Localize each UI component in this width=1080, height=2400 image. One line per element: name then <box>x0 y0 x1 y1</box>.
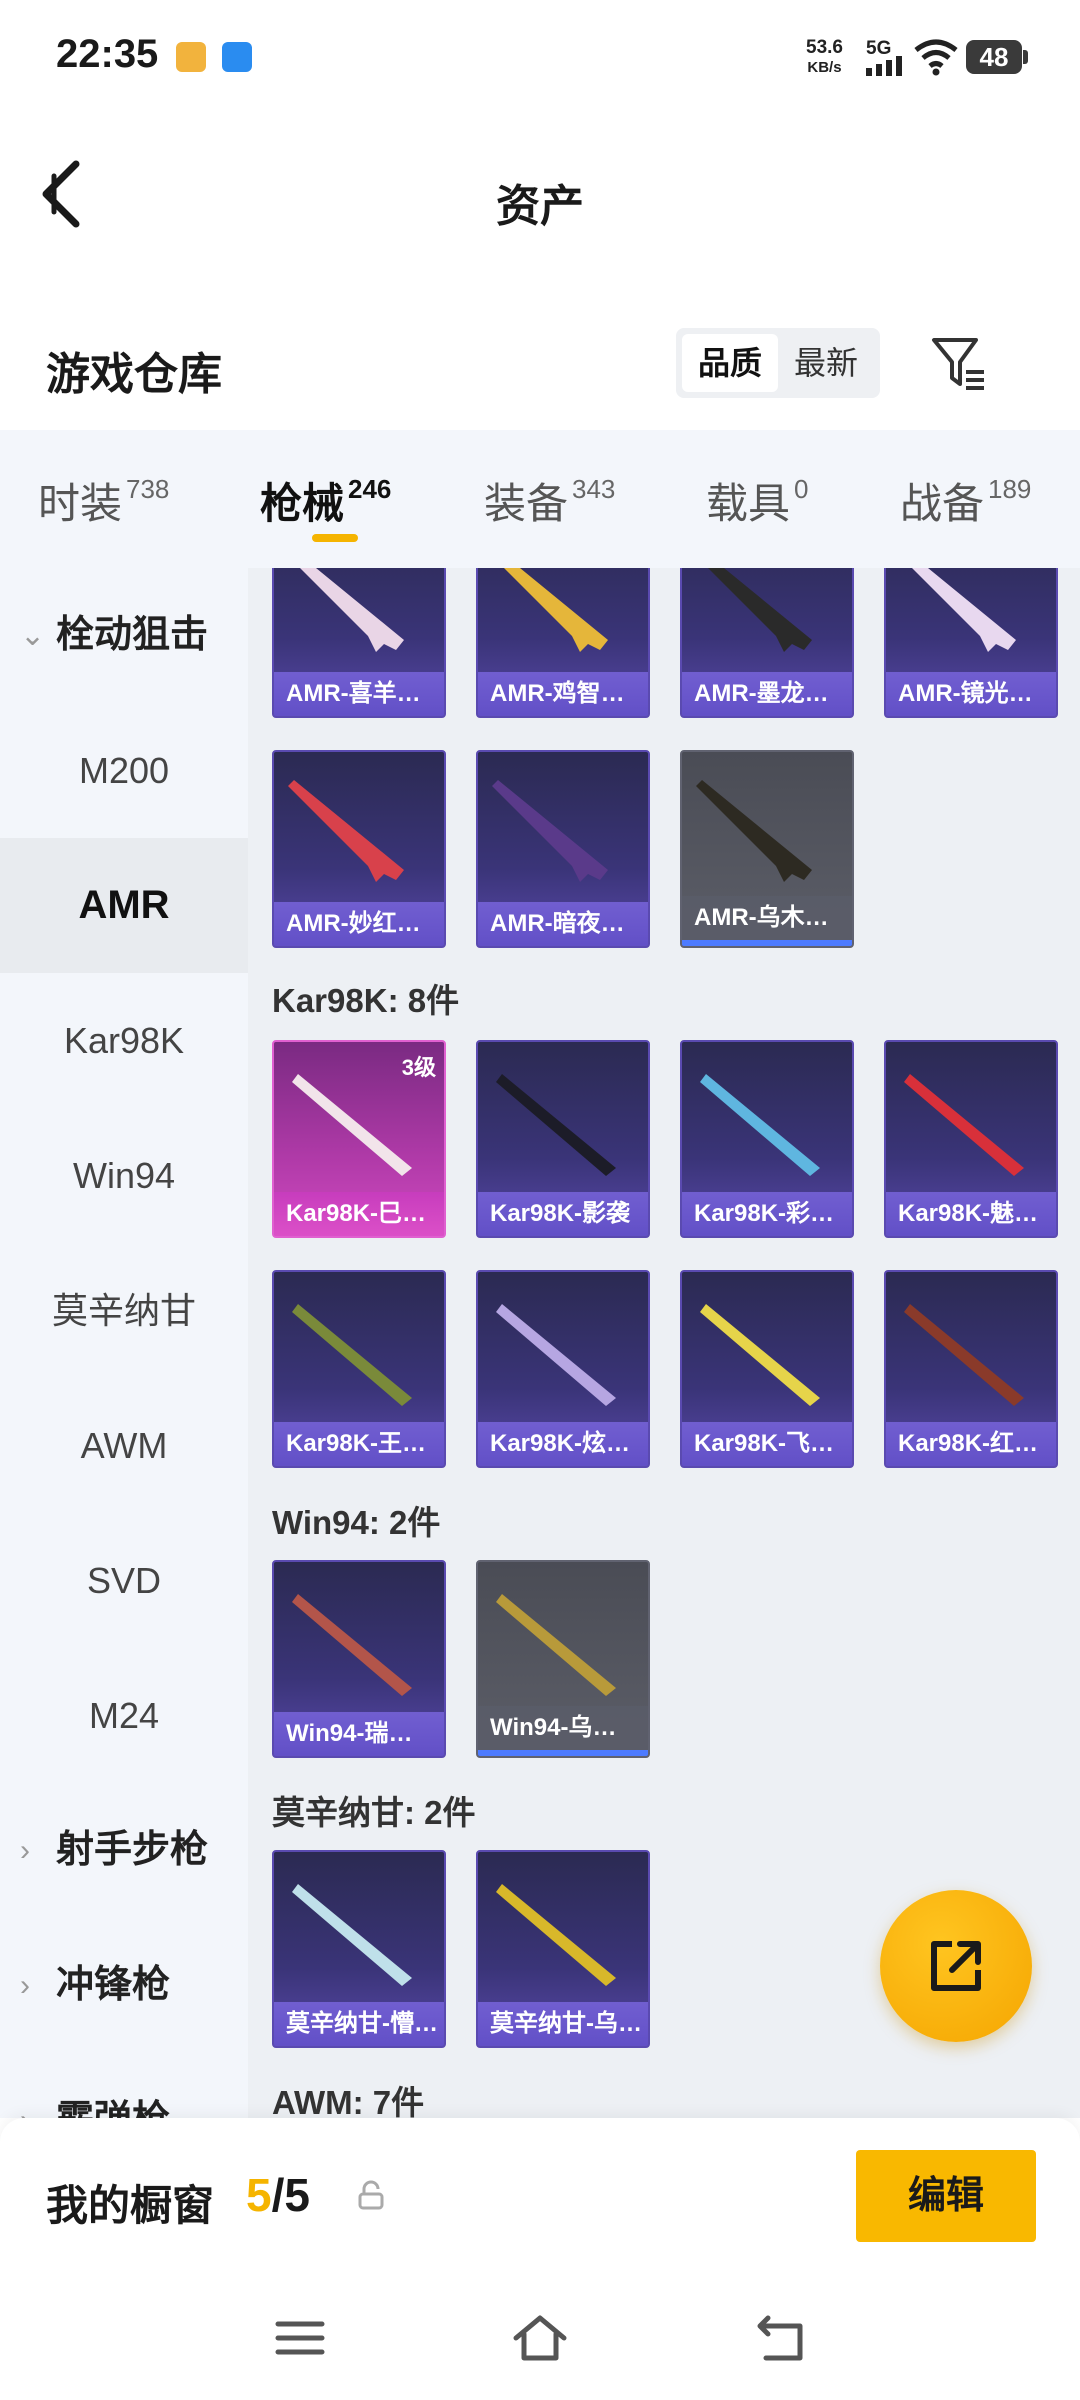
lock-icon <box>358 2180 384 2210</box>
showcase-count: 5/5 <box>246 2169 310 2221</box>
weapon-skin-image <box>708 568 812 652</box>
weapon-card[interactable]: AMR-乌木… <box>680 750 854 948</box>
weapon-skin-image <box>496 1074 616 1176</box>
edit-button[interactable]: 编辑 <box>856 2150 1036 2242</box>
tab-vehicles[interactable]: 载具 0 <box>706 470 808 531</box>
share-icon <box>931 1941 981 1991</box>
tab-supplies[interactable]: 战备 189 <box>900 470 1031 531</box>
section-label-kar98k: Kar98K: 8件 <box>272 982 460 1019</box>
sidebar-item-kar98k[interactable]: Kar98K <box>0 973 248 1108</box>
weapon-card[interactable]: Kar98K-炫… <box>476 1270 650 1468</box>
network-speed: 53.6 KB/s <box>806 37 843 77</box>
weapon-grid: AMR-喜羊… AMR-鸡智… AMR-墨龙… AMR-镜光… AMR-妙红… … <box>248 568 1080 2118</box>
weapon-skin-image <box>700 1074 820 1176</box>
weapon-card[interactable]: Kar98K-影袭 <box>476 1040 650 1238</box>
weapon-card[interactable]: AMR-鸡智… <box>476 568 650 718</box>
page-title: 资产 <box>496 182 584 231</box>
weapon-card[interactable]: AMR-墨龙… <box>680 568 854 718</box>
weapon-card[interactable]: AMR-妙红… <box>272 750 446 948</box>
weapon-card[interactable]: AMR-暗夜… <box>476 750 650 948</box>
warehouse-title: 游戏仓库 <box>46 350 222 399</box>
weapon-sidebar: ⌄ 栓动狙击 M200 AMR Kar98K Win94 莫辛纳甘 AWM SV… <box>0 568 248 2118</box>
weapon-skin-image <box>904 1304 1024 1406</box>
weapon-card[interactable]: Kar98K-飞… <box>680 1270 854 1468</box>
sidebar-item-amr[interactable]: AMR <box>0 838 248 973</box>
sidebar-group-shotgun[interactable]: › 霰弹枪 <box>0 2053 248 2118</box>
app-header: 资产 <box>0 110 1080 280</box>
wifi-icon <box>914 39 958 76</box>
weapon-card[interactable]: AMR-镜光… <box>884 568 1058 718</box>
weapon-card[interactable]: Win94-乌… <box>476 1560 650 1758</box>
sidebar-group-dmr[interactable]: › 射手步枪 <box>0 1783 248 1918</box>
home-icon[interactable] <box>510 2308 570 2368</box>
status-time: 22:35 <box>56 32 159 76</box>
sidebar-item-m24[interactable]: M24 <box>0 1648 248 1783</box>
weapon-card[interactable]: Kar98K-王… <box>272 1270 446 1468</box>
status-bar: 22:35 53.6 KB/s 5G 48 <box>0 0 1080 110</box>
weapon-skin-image <box>912 568 1016 652</box>
menu-icon[interactable] <box>270 2308 330 2368</box>
weapon-skin-image <box>292 1074 412 1176</box>
sidebar-group-smg[interactable]: › 冲锋枪 <box>0 1918 248 2053</box>
weapon-card[interactable]: AMR-喜羊… <box>272 568 446 718</box>
sidebar-group-bolt-action[interactable]: ⌄ 栓动狙击 <box>0 568 248 703</box>
section-label-mosin: 莫辛纳甘: 2件 <box>272 1794 476 1831</box>
game-app-icon <box>176 42 206 72</box>
tab-equipment[interactable]: 装备 343 <box>484 470 615 531</box>
battery-indicator: 48 <box>966 40 1028 74</box>
weapon-skin-image <box>288 780 404 882</box>
weapon-skin-image <box>496 1304 616 1406</box>
chevron-down-icon: ⌄ <box>20 619 46 652</box>
sidebar-item-win94[interactable]: Win94 <box>0 1108 248 1243</box>
weapon-skin-image <box>496 1594 616 1696</box>
signal-icon <box>866 56 902 76</box>
category-tabs: 时装 738 枪械 246 装备 343 载具 0 战备 189 <box>0 430 1080 568</box>
sidebar-item-awm[interactable]: AWM <box>0 1378 248 1513</box>
sort-quality-button[interactable]: 品质 <box>682 334 778 392</box>
showcase-bar: 我的橱窗 5/5 编辑 <box>0 2118 1080 2278</box>
weapon-skin-image <box>496 1884 616 1986</box>
chevron-right-icon: › <box>20 2053 44 2118</box>
sidebar-item-mosin[interactable]: 莫辛纳甘 <box>0 1243 248 1378</box>
filter-icon[interactable] <box>928 330 988 394</box>
weapon-skin-image <box>696 780 812 882</box>
weapon-card[interactable]: Win94-瑞… <box>272 1560 446 1758</box>
sidebar-item-m200[interactable]: M200 <box>0 703 248 838</box>
showcase-title: 我的橱窗 <box>46 2182 215 2229</box>
sort-toggle: 品质 最新 <box>676 328 880 398</box>
tab-weapons[interactable]: 枪械 246 <box>260 470 391 531</box>
system-nav-bar <box>0 2278 1080 2400</box>
weapon-skin-image <box>904 1074 1024 1176</box>
back-icon[interactable] <box>752 2308 812 2368</box>
weapon-card[interactable]: Kar98K-魅… <box>884 1040 1058 1238</box>
weapon-skin-image <box>300 568 404 652</box>
weapon-card[interactable]: 3级 Kar98K-巳… <box>272 1040 446 1238</box>
assistant-app-icon <box>222 42 252 72</box>
weapon-card[interactable]: 莫辛纳甘-乌… <box>476 1850 650 2048</box>
section-label-win94: Win94: 2件 <box>272 1504 441 1541</box>
active-tab-indicator <box>312 534 358 542</box>
chevron-right-icon: › <box>20 1834 30 1867</box>
weapon-skin-image <box>700 1304 820 1406</box>
weapon-card[interactable]: 莫辛纳甘-懵… <box>272 1850 446 2048</box>
weapon-skin-image <box>292 1884 412 1986</box>
warehouse-header: 游戏仓库 品质 最新 <box>0 300 1080 430</box>
weapon-skin-image <box>504 568 608 652</box>
weapon-card[interactable]: Kar98K-红… <box>884 1270 1058 1468</box>
share-button[interactable] <box>880 1890 1032 2042</box>
sort-newest-button[interactable]: 最新 <box>778 334 874 392</box>
sidebar-item-svd[interactable]: SVD <box>0 1513 248 1648</box>
tab-fashion[interactable]: 时装 738 <box>38 470 169 531</box>
section-label-awm: AWM: 7件 <box>272 2084 425 2118</box>
chevron-right-icon: › <box>20 1969 30 2002</box>
weapon-skin-image <box>492 780 608 882</box>
weapon-skin-image <box>292 1304 412 1406</box>
weapon-card[interactable]: Kar98K-彩… <box>680 1040 854 1238</box>
weapon-skin-image <box>292 1594 412 1696</box>
